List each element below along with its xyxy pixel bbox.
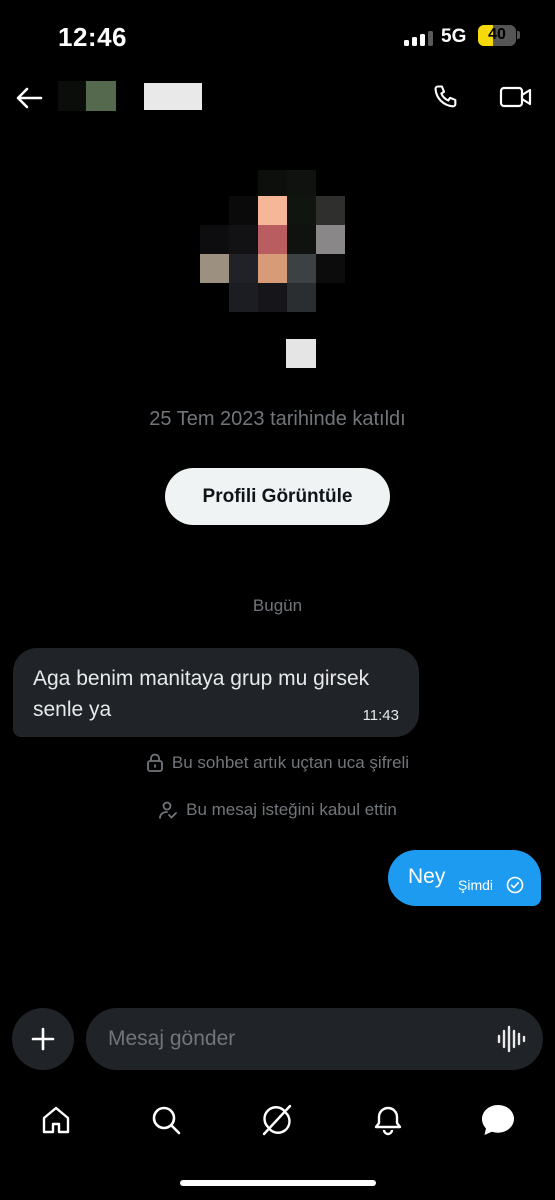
video-camera-icon: [499, 86, 532, 108]
message-time: Şimdi: [458, 877, 494, 893]
avatar-pixel: [287, 170, 316, 199]
notifications-bell-icon: [374, 1106, 402, 1136]
add-attachment-button[interactable]: [12, 1008, 74, 1070]
avatar-pixel: [287, 283, 316, 312]
request-accepted-text: Bu mesaj isteğini kabul ettin: [186, 800, 397, 819]
profile-name-redacted: [286, 339, 316, 368]
encryption-notice-text: Bu sohbet artık uçtan uca şifreli: [171, 753, 410, 772]
profile-avatar[interactable]: [200, 170, 345, 313]
request-accepted-notice: Bu mesaj isteğini kabul ettin: [0, 800, 555, 820]
outgoing-message[interactable]: Ney Şimdi: [388, 850, 541, 906]
avatar-pixel: [287, 196, 316, 225]
home-indicator: [180, 1180, 376, 1186]
avatar-pixel: [229, 225, 258, 254]
avatar-pixel: [258, 196, 287, 225]
video-call-button[interactable]: [496, 79, 536, 115]
avatar-pixel: [229, 196, 258, 225]
arrow-left-icon: [16, 87, 43, 109]
messages-icon: [482, 1105, 514, 1135]
chat-header: [0, 75, 555, 120]
avatar-pixel: [258, 225, 287, 254]
avatar-pixel: [200, 254, 229, 283]
message-input[interactable]: [108, 1008, 488, 1070]
person-check-icon: [159, 801, 178, 819]
avatar-pixel: [229, 283, 258, 312]
voice-wave-icon[interactable]: [496, 1025, 526, 1053]
avatar-pixel: [316, 254, 345, 283]
avatar-pixel: [258, 254, 287, 283]
avatar-pixel: [316, 225, 345, 254]
grok-icon: [262, 1104, 292, 1136]
incoming-message[interactable]: Aga benim manitaya grup mu girsek senle …: [13, 648, 419, 737]
back-button[interactable]: [12, 81, 46, 115]
joined-date: 25 Tem 2023 tarihinde katıldı: [149, 408, 406, 430]
sent-check-icon: [506, 876, 524, 894]
tab-search[interactable]: [146, 1100, 186, 1140]
tab-home[interactable]: [36, 1100, 76, 1140]
message-text: Aga benim manitaya grup mu girsek senle …: [33, 667, 370, 721]
battery-tip: [517, 31, 520, 39]
avatar-pixel: [58, 81, 86, 111]
plus-icon: [31, 1027, 55, 1051]
battery-icon: 40: [478, 25, 516, 46]
avatar-pixel: [200, 225, 229, 254]
phone-icon: [434, 85, 457, 108]
avatar-pixel: [287, 225, 316, 254]
avatar-pixel: [258, 283, 287, 312]
status-time: 12:46: [58, 22, 127, 52]
signal-strength-icon: [404, 30, 434, 46]
bottom-tab-bar: [0, 1090, 555, 1150]
tab-notifications[interactable]: [368, 1100, 408, 1140]
avatar-pixel: [316, 196, 345, 225]
tab-grok[interactable]: [257, 1100, 297, 1140]
view-profile-button[interactable]: Profili Görüntüle: [165, 468, 390, 525]
avatar-pixel: [258, 170, 287, 199]
search-icon: [152, 1106, 181, 1135]
encryption-notice: Bu sohbet artık uçtan uca şifreli: [0, 753, 555, 773]
home-icon: [42, 1106, 70, 1134]
avatar-pixel: [287, 254, 316, 283]
day-separator: Bugün: [252, 596, 303, 615]
lock-icon: [147, 753, 163, 772]
message-text: Ney: [408, 865, 446, 888]
message-time: 11:43: [362, 707, 399, 724]
network-type: 5G: [441, 26, 467, 47]
avatar-pixel: [229, 254, 258, 283]
contact-avatar[interactable]: [58, 81, 116, 111]
tab-messages[interactable]: [478, 1100, 518, 1140]
status-bar: 12:46 5G 40: [0, 0, 555, 75]
avatar-pixel: [86, 81, 116, 111]
contact-name-redacted[interactable]: [144, 83, 202, 110]
call-button[interactable]: [428, 79, 464, 115]
message-composer: [86, 1008, 543, 1070]
battery-level: 40: [488, 26, 506, 43]
